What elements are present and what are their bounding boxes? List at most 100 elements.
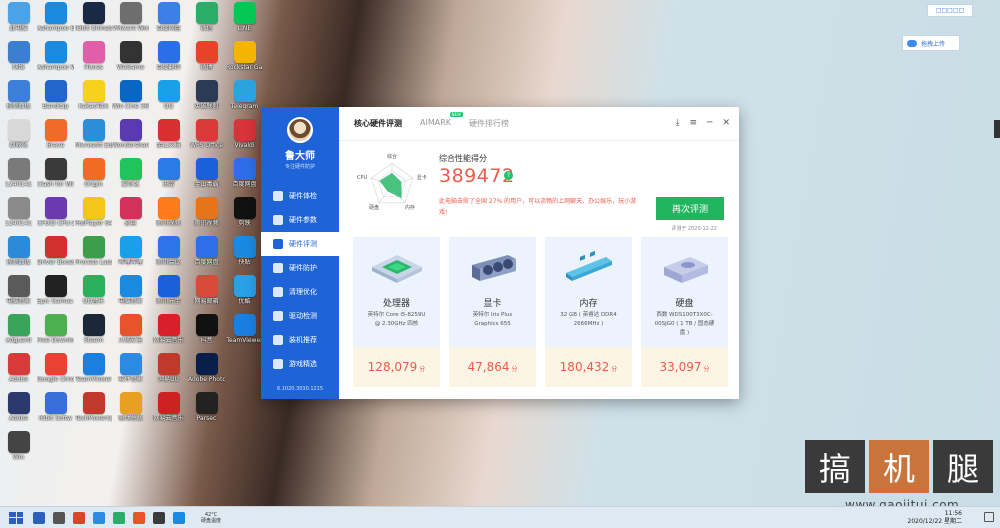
sidebar-item-0[interactable]: 硬件体检 bbox=[261, 184, 339, 208]
desktop-shortcut[interactable]: 1240141 bbox=[0, 158, 37, 197]
desktop-shortcut[interactable]: Win Cine 365 bbox=[112, 80, 149, 119]
desktop-shortcut[interactable]: Wondershare UniConver bbox=[112, 119, 149, 158]
desktop-shortcut[interactable]: Free Downlo bbox=[37, 314, 74, 353]
sidebar-item-7[interactable]: 游戏精选 bbox=[261, 352, 339, 376]
desktop-shortcut[interactable]: Parsec bbox=[188, 392, 225, 431]
hardware-card-disk[interactable]: 硬盘 西数 WDS100T3X0C-00SJG0 ( 1 TB / 固态硬盘 ) 3… bbox=[641, 237, 728, 387]
desktop-shortcut[interactable]: 金山毒霸 bbox=[188, 158, 225, 197]
desktop-shortcut[interactable]: TeamViewer bbox=[226, 314, 263, 353]
hardware-card-gpu[interactable]: 显卡 英特尔 Iris Plus Graphics 655 47,864 分 bbox=[449, 237, 536, 387]
taskbar-app-icon[interactable] bbox=[133, 511, 145, 524]
desktop-shortcut[interactable]: 软件管家 bbox=[112, 353, 149, 392]
desktop-shortcut[interactable]: 微博 bbox=[188, 41, 225, 80]
desktop-shortcut[interactable]: 迅雷 bbox=[150, 158, 187, 197]
sidebar-item-4[interactable]: 清理优化 bbox=[261, 280, 339, 304]
desktop-shortcut[interactable]: IObit Uninstaller bbox=[75, 2, 112, 41]
desktop-shortcut[interactable]: CPUID CPU-Z bbox=[37, 197, 74, 236]
taskbar-app-icon[interactable] bbox=[53, 511, 65, 524]
desktop-shortcut[interactable]: Telegram bbox=[226, 80, 263, 119]
desktop-shortcut[interactable]: iTunes bbox=[75, 41, 112, 80]
desktop-shortcut[interactable]: 百度网盘 bbox=[188, 236, 225, 275]
taskbar-app-icon[interactable] bbox=[113, 511, 125, 524]
tab-2[interactable]: 硬件排行榜 bbox=[469, 118, 509, 129]
desktop-shortcut[interactable]: 百度网盘 bbox=[150, 2, 187, 41]
desktop-shortcut[interactable]: 网易云音乐 bbox=[150, 392, 187, 431]
taskbar-app-icon[interactable] bbox=[153, 511, 165, 524]
desktop-shortcut[interactable]: Rockstar Games bbox=[226, 41, 263, 80]
minimize-icon[interactable]: ─ bbox=[707, 118, 712, 128]
desktop-shortcut[interactable]: Adobe bbox=[0, 353, 37, 392]
desktop-shortcut[interactable]: 控制面板 bbox=[0, 236, 37, 275]
desktop-shortcut[interactable]: QQ bbox=[150, 80, 187, 119]
desktop-shortcut[interactable]: TeamViewer bbox=[75, 353, 112, 392]
desktop-shortcut[interactable]: Vivaldi bbox=[226, 119, 263, 158]
notification-icon[interactable] bbox=[984, 512, 994, 522]
desktop-shortcut[interactable]: 腾讯视频 bbox=[150, 197, 187, 236]
clock[interactable]: 11:56 2020/12/22 星期二 bbox=[908, 510, 963, 526]
desktop-shortcut[interactable]: Adobe Photosh bbox=[188, 353, 225, 392]
download-icon[interactable]: ⤓ bbox=[676, 118, 680, 128]
tab-1[interactable]: AIMARK NEW bbox=[420, 112, 464, 129]
desktop-shortcut[interactable]: Epic Games Launcher bbox=[37, 275, 74, 314]
desktop-shortcut[interactable]: 百度翻译 bbox=[150, 41, 187, 80]
desktop-shortcut[interactable]: WPS Office bbox=[188, 119, 225, 158]
desktop-shortcut[interactable]: 金山文档 bbox=[150, 119, 187, 158]
start-icon[interactable] bbox=[9, 511, 23, 524]
desktop-shortcut[interactable]: 快贴 bbox=[226, 236, 263, 275]
desktop-shortcut[interactable]: KakaoTalk bbox=[75, 80, 112, 119]
desktop-shortcut[interactable]: 爱奇艺 bbox=[112, 158, 149, 197]
avatar[interactable] bbox=[287, 117, 313, 143]
desktop-shortcut[interactable]: Adguard bbox=[0, 314, 37, 353]
desktop-shortcut[interactable]: 1240141 bbox=[0, 197, 37, 236]
desktop-shortcut[interactable]: Ashampoo WinOptimi bbox=[37, 41, 74, 80]
desktop-shortcut[interactable]: 电脑管家 bbox=[0, 275, 37, 314]
upload-button[interactable]: 拖拽上传 bbox=[902, 35, 960, 51]
desktop-shortcut[interactable]: QQ音乐 bbox=[75, 275, 112, 314]
desktop-shortcut[interactable]: 火绒安全 bbox=[112, 314, 149, 353]
desktop-shortcut[interactable]: 英雄联盟 bbox=[188, 80, 225, 119]
help-icon[interactable]: ? bbox=[504, 171, 513, 180]
taskbar-app-icon[interactable] bbox=[73, 511, 85, 524]
sidebar-item-2[interactable]: 硬件评测 bbox=[261, 232, 339, 256]
sidebar-item-5[interactable]: 驱动检测 bbox=[261, 304, 339, 328]
sidebar-item-3[interactable]: 硬件防护 bbox=[261, 256, 339, 280]
desktop-shortcut[interactable]: 网易UU bbox=[150, 353, 187, 392]
desktop-shortcut[interactable]: 驱动总裁 bbox=[112, 392, 149, 431]
desktop-shortcut[interactable]: PotPlayer 64 bit bbox=[75, 197, 112, 236]
taskbar-app-icon[interactable] bbox=[173, 511, 185, 524]
desktop-shortcut[interactable]: 微信 bbox=[188, 2, 225, 41]
desktop-shortcut[interactable]: 腾讯会议 bbox=[150, 236, 187, 275]
desktop-shortcut[interactable]: Driver Booster bbox=[37, 236, 74, 275]
desktop-shortcut[interactable]: VMware Workstati bbox=[112, 2, 149, 41]
desktop-shortcut[interactable]: Google Chrome bbox=[37, 353, 74, 392]
desktop-shortcut[interactable]: WeGame bbox=[112, 41, 149, 80]
close-icon[interactable]: ✕ bbox=[722, 118, 730, 128]
desktop-shortcut[interactable]: 优酷 bbox=[226, 275, 263, 314]
desktop-shortcut[interactable]: Steam bbox=[75, 314, 112, 353]
desktop-shortcut[interactable]: Bandizip bbox=[37, 80, 74, 119]
desktop-shortcut[interactable]: Adobe bbox=[0, 392, 37, 431]
sidebar-item-1[interactable]: 硬件参数 bbox=[261, 208, 339, 232]
desktop-shortcut[interactable]: Win bbox=[0, 431, 37, 470]
desktop-shortcut[interactable]: 抖音 bbox=[188, 314, 225, 353]
desktop-shortcut[interactable]: Process Lasso bbox=[75, 236, 112, 275]
desktop-shortcut[interactable]: TechPowerUp GPU-Z bbox=[75, 392, 112, 431]
hardware-card-cpu[interactable]: 处理器 英特尔 Core i5-8259U @ 2.30GHz 四核 128,079… bbox=[353, 237, 440, 387]
menu-icon[interactable]: ≡ bbox=[689, 118, 697, 128]
retest-button[interactable]: 再次评测 bbox=[656, 197, 724, 220]
desktop-shortcut[interactable]: Microsoft Edge bbox=[75, 119, 112, 158]
desktop-shortcut[interactable]: Clash for Windows bbox=[37, 158, 74, 197]
desktop-shortcut[interactable]: Brave bbox=[37, 119, 74, 158]
sidebar-item-6[interactable]: 装机推荐 bbox=[261, 328, 339, 352]
desktop-shortcut[interactable]: 腾讯元宝 bbox=[150, 275, 187, 314]
desktop-shortcut[interactable]: LINE bbox=[226, 2, 263, 41]
taskbar-app-icon[interactable] bbox=[93, 511, 105, 524]
desktop-shortcut[interactable]: 哔哩哔哩 bbox=[112, 236, 149, 275]
desktop-shortcut[interactable]: 必剪 bbox=[112, 197, 149, 236]
tab-0[interactable]: 核心硬件评测 bbox=[354, 118, 402, 129]
side-tab[interactable] bbox=[994, 120, 1000, 138]
desktop-shortcut[interactable]: 此电脑 bbox=[0, 2, 37, 41]
desktop-shortcut[interactable]: 剪映 bbox=[226, 197, 263, 236]
desktop-shortcut[interactable]: 回收站 bbox=[0, 119, 37, 158]
desktop-shortcut[interactable]: IObit Softw bbox=[37, 392, 74, 431]
